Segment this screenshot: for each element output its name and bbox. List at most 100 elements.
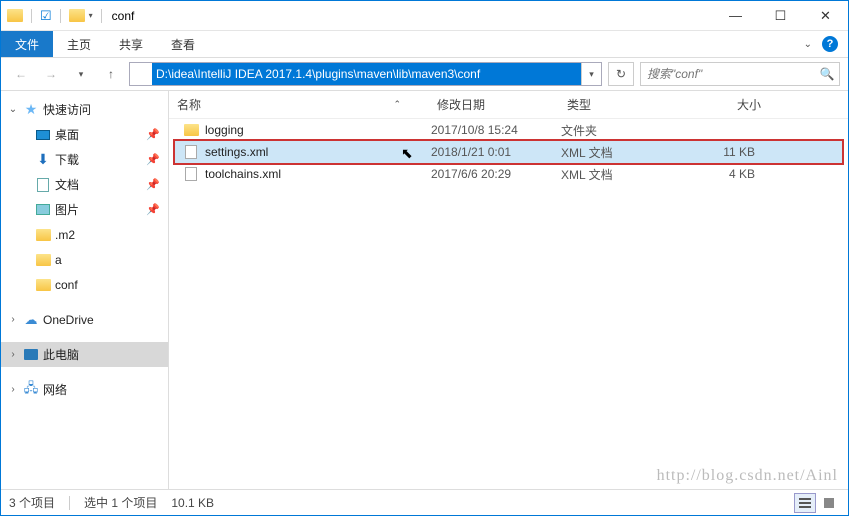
file-name: settings.xml bbox=[205, 145, 268, 159]
sidebar-item-m2[interactable]: .m2 bbox=[1, 222, 168, 247]
sidebar-item-label: .m2 bbox=[55, 228, 75, 242]
ribbon: 文件 主页 共享 查看 ⌄ ? bbox=[1, 31, 848, 58]
ribbon-expand-icon[interactable]: ⌄ bbox=[804, 39, 812, 50]
address-bar[interactable]: ▾ bbox=[129, 62, 602, 86]
file-name-cell: settings.xml bbox=[175, 144, 423, 160]
column-headers: 名称 ⌃ 修改日期 类型 大小 bbox=[169, 91, 848, 119]
folder-icon bbox=[133, 68, 149, 81]
file-list-pane: 名称 ⌃ 修改日期 类型 大小 ⬉ logging 2017/10/8 15:24… bbox=[169, 91, 848, 489]
sidebar-item-onedrive[interactable]: › ☁ OneDrive bbox=[1, 307, 168, 332]
main-area: ⌄ ★ 快速访问 桌面 📌 ⬇ 下载 📌 文档 📌 图片 📌 bbox=[1, 91, 848, 489]
sidebar-item-label: 下载 bbox=[55, 151, 79, 168]
refresh-button[interactable]: ↻ bbox=[608, 62, 634, 86]
file-date-cell: 2017/6/6 20:29 bbox=[423, 167, 553, 181]
search-box[interactable]: 🔍 bbox=[640, 62, 840, 86]
sidebar-item-a[interactable]: a bbox=[1, 247, 168, 272]
separator bbox=[31, 9, 32, 23]
sidebar-item-label: 桌面 bbox=[55, 126, 79, 143]
search-icon[interactable]: 🔍 bbox=[815, 67, 839, 81]
column-size[interactable]: 大小 bbox=[674, 96, 769, 113]
pc-icon bbox=[24, 349, 38, 360]
sidebar-item-this-pc[interactable]: › 此电脑 bbox=[1, 342, 168, 367]
chevron-right-icon[interactable]: › bbox=[7, 384, 19, 395]
tab-share[interactable]: 共享 bbox=[105, 31, 157, 57]
tab-file[interactable]: 文件 bbox=[1, 31, 53, 57]
file-icon bbox=[185, 167, 197, 181]
sidebar-item-label: 快速访问 bbox=[43, 101, 91, 118]
file-row[interactable]: settings.xml2018/1/21 0:01XML 文档11 KB bbox=[175, 141, 842, 163]
details-view-button[interactable] bbox=[794, 493, 816, 513]
close-button[interactable]: ✕ bbox=[803, 1, 848, 31]
maximize-button[interactable]: ☐ bbox=[758, 1, 803, 31]
column-label: 名称 bbox=[177, 96, 201, 113]
chevron-right-icon[interactable]: › bbox=[7, 349, 19, 360]
icons-view-button[interactable] bbox=[818, 493, 840, 513]
file-name-cell: logging bbox=[175, 122, 423, 138]
back-button[interactable]: ← bbox=[9, 62, 33, 86]
help-icon[interactable]: ? bbox=[822, 36, 838, 52]
up-button[interactable]: ↑ bbox=[99, 62, 123, 86]
file-rows: ⬉ logging 2017/10/8 15:24文件夹 settings.xml 2… bbox=[169, 119, 848, 489]
file-row[interactable]: logging 2017/10/8 15:24文件夹 bbox=[175, 119, 842, 141]
search-input[interactable] bbox=[641, 67, 815, 81]
sidebar-item-label: conf bbox=[55, 278, 78, 292]
forward-button[interactable]: → bbox=[39, 62, 63, 86]
status-size: 10.1 KB bbox=[171, 496, 214, 510]
status-count: 3 个项目 bbox=[9, 494, 55, 511]
file-name: logging bbox=[205, 123, 244, 137]
sidebar-item-desktop[interactable]: 桌面 📌 bbox=[1, 122, 168, 147]
sidebar-item-network[interactable]: › 🖧 网络 bbox=[1, 377, 168, 402]
file-name-cell: toolchains.xml bbox=[175, 166, 423, 182]
chevron-down-icon[interactable]: ⌄ bbox=[7, 104, 19, 115]
address-input[interactable] bbox=[152, 63, 581, 85]
sidebar-item-label: a bbox=[55, 253, 62, 267]
sidebar-item-quick-access[interactable]: ⌄ ★ 快速访问 bbox=[1, 97, 168, 122]
check-icon[interactable]: ☑ bbox=[40, 8, 52, 24]
minimize-button[interactable]: — bbox=[713, 1, 758, 31]
chevron-down-icon[interactable]: ▾ bbox=[89, 11, 93, 20]
sidebar-item-label: 文档 bbox=[55, 176, 79, 193]
star-icon: ★ bbox=[23, 102, 39, 118]
view-switcher bbox=[794, 493, 840, 513]
folder-icon bbox=[184, 124, 199, 136]
separator bbox=[101, 9, 102, 23]
address-dropdown[interactable]: ▾ bbox=[581, 63, 601, 85]
sidebar-item-downloads[interactable]: ⬇ 下载 📌 bbox=[1, 147, 168, 172]
folder-icon bbox=[36, 279, 51, 291]
file-type-cell: 文件夹 bbox=[553, 122, 668, 139]
cursor-icon: ⬉ bbox=[401, 145, 413, 162]
file-row[interactable]: toolchains.xml 2017/6/6 20:29XML 文档4 KB bbox=[175, 163, 842, 185]
chevron-right-icon[interactable]: › bbox=[7, 314, 19, 325]
column-type[interactable]: 类型 bbox=[559, 96, 674, 113]
sidebar-item-conf[interactable]: conf bbox=[1, 272, 168, 297]
pin-icon: 📌 bbox=[146, 153, 160, 166]
sort-asc-icon: ⌃ bbox=[393, 99, 401, 110]
recent-dropdown[interactable]: ▾ bbox=[69, 62, 93, 86]
tab-view[interactable]: 查看 bbox=[157, 31, 209, 57]
column-date[interactable]: 修改日期 bbox=[429, 96, 559, 113]
column-name[interactable]: 名称 ⌃ bbox=[169, 96, 429, 113]
address-row: ← → ▾ ↑ ▾ ↻ 🔍 bbox=[1, 58, 848, 91]
download-icon: ⬇ bbox=[35, 152, 51, 168]
quick-access-toolbar: ☑ ▾ bbox=[1, 8, 106, 24]
file-date-cell: 2017/10/8 15:24 bbox=[423, 123, 553, 137]
file-size-cell: 4 KB bbox=[668, 167, 763, 181]
separator bbox=[69, 496, 70, 510]
sidebar-item-documents[interactable]: 文档 📌 bbox=[1, 172, 168, 197]
file-type-cell: XML 文档 bbox=[553, 166, 668, 183]
file-size-cell: 11 KB bbox=[668, 145, 763, 159]
separator bbox=[60, 9, 61, 23]
pin-icon: 📌 bbox=[146, 203, 160, 216]
window-title: conf bbox=[106, 9, 135, 23]
status-selected: 选中 1 个项目 bbox=[84, 494, 157, 511]
file-date-cell: 2018/1/21 0:01 bbox=[423, 145, 553, 159]
sidebar-item-label: 图片 bbox=[55, 201, 79, 218]
sidebar-item-pictures[interactable]: 图片 📌 bbox=[1, 197, 168, 222]
tab-home[interactable]: 主页 bbox=[53, 31, 105, 57]
file-name: toolchains.xml bbox=[205, 167, 281, 181]
sidebar-item-label: OneDrive bbox=[43, 313, 94, 327]
sidebar-item-label: 网络 bbox=[43, 381, 67, 398]
desktop-icon bbox=[36, 130, 50, 140]
file-icon bbox=[185, 145, 197, 159]
pictures-icon bbox=[36, 204, 50, 215]
